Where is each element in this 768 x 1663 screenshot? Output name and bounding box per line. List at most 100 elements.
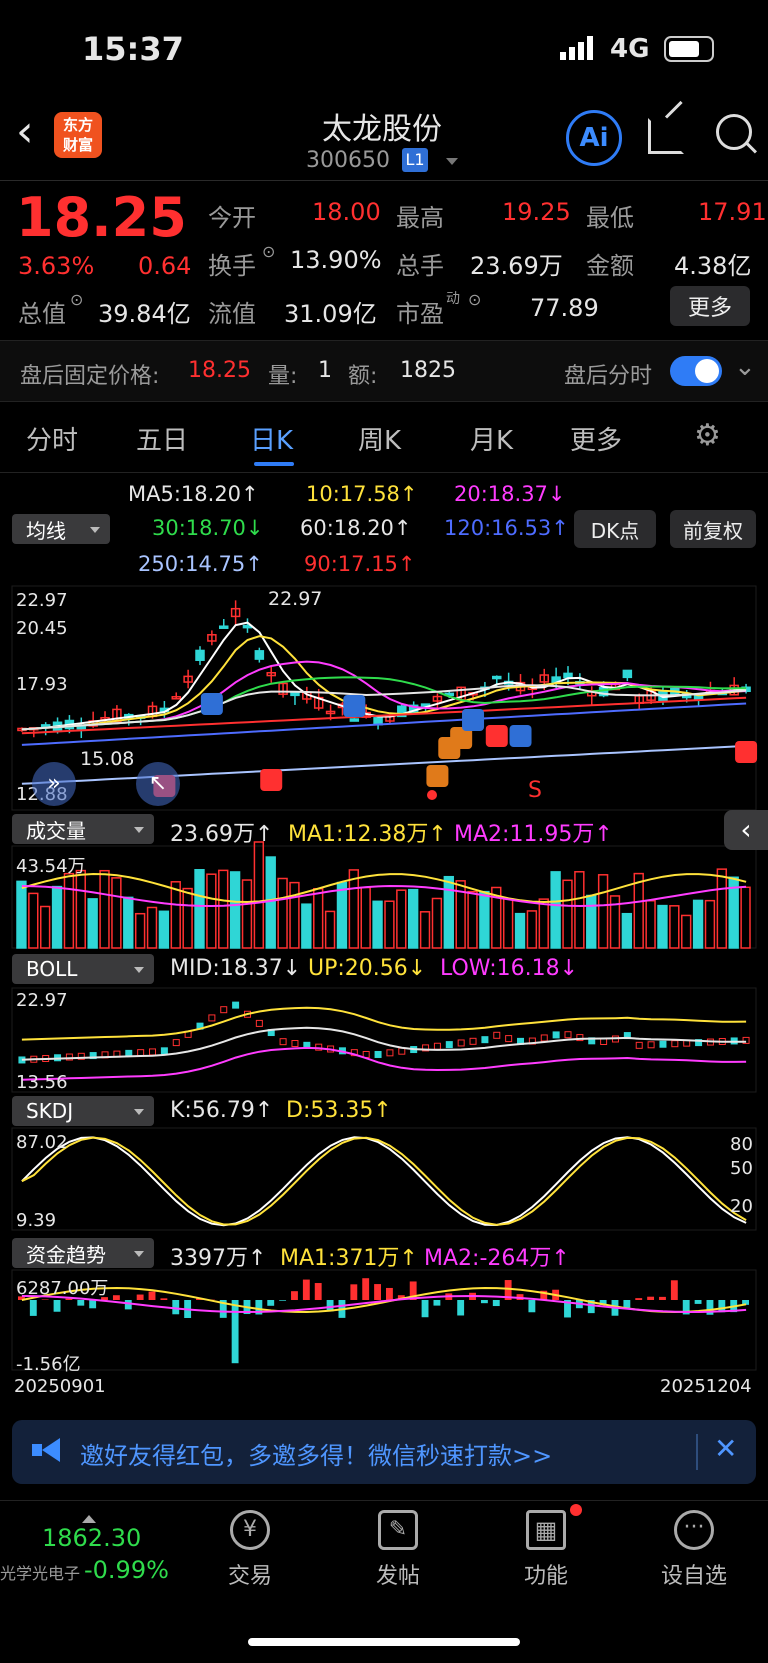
- low-price-label: 15.08: [80, 748, 135, 770]
- vol-ma2-legend: MA2:11.95万↑: [454, 822, 613, 847]
- volume-bar: [134, 912, 146, 949]
- volume-bar: [396, 889, 407, 949]
- signal-dot: [427, 790, 437, 800]
- volume-bar: [479, 890, 490, 949]
- signal-marker: [485, 725, 508, 747]
- fund-bar: [386, 1287, 393, 1300]
- fund-bar: [124, 1300, 132, 1310]
- volume-bar: [550, 871, 561, 949]
- volume-bar: [313, 887, 324, 949]
- fund-bar: [647, 1296, 655, 1300]
- volume-bar: [372, 900, 383, 949]
- volume-bar: [633, 872, 644, 949]
- volume-selector[interactable]: 成交量: [12, 814, 154, 844]
- fund-bar: [77, 1300, 85, 1306]
- candle-body: [290, 692, 300, 697]
- skdj-level-80: 80: [730, 1134, 753, 1155]
- fund-bar: [433, 1300, 441, 1306]
- fund-bar: [374, 1284, 381, 1300]
- banner-text[interactable]: 邀好友得红包，多邀多得！微信秒速打款>>: [80, 1436, 552, 1471]
- nav-functions[interactable]: ▦ 功能: [486, 1510, 606, 1590]
- more-dots-icon: ···: [674, 1510, 714, 1550]
- fund-bar: [457, 1300, 465, 1316]
- boll-candle: [445, 1041, 453, 1049]
- fund-bar: [136, 1294, 144, 1300]
- volume-bar: [301, 903, 312, 949]
- volume-bar: [502, 898, 514, 949]
- close-icon[interactable]: ✕: [714, 1432, 737, 1465]
- kline-chart-area[interactable]: [0, 0, 768, 1400]
- volume-bar: [16, 880, 27, 949]
- volume-y-max: 43.54万: [16, 856, 86, 877]
- index-name[interactable]: 光学光电子: [0, 1560, 80, 1584]
- volume-bar: [51, 885, 63, 949]
- boll-mid: MID:18.37↓: [170, 956, 302, 981]
- signal-marker: [200, 693, 223, 715]
- boll-selector[interactable]: BOLL: [12, 954, 154, 984]
- candle-body: [254, 650, 265, 660]
- collapse-panel-icon[interactable]: ‹: [724, 810, 768, 850]
- kline-y-3: 17.93: [16, 674, 68, 695]
- volume-bar: [348, 869, 360, 949]
- volume-bar: [597, 874, 609, 949]
- date-start: 20250901: [14, 1376, 106, 1397]
- fund-bar: [314, 1283, 322, 1300]
- boll-candle: [279, 1038, 287, 1046]
- fund-bar: [291, 1291, 298, 1300]
- boll-candle: [647, 1041, 655, 1049]
- volume-bar: [146, 906, 158, 949]
- boll-y-min: 13.56: [16, 1072, 68, 1093]
- skdj-y-max: 87.02: [16, 1132, 68, 1153]
- signal-marker: [462, 709, 485, 731]
- volume-bar: [206, 873, 217, 949]
- volume-bar: [586, 894, 597, 949]
- nav-add-watch[interactable]: ··· 设自选: [634, 1510, 754, 1590]
- candle-body: [349, 718, 360, 722]
- volume-bar: [419, 911, 431, 949]
- boll-candle: [220, 1006, 228, 1014]
- candle-body: [76, 725, 87, 730]
- boll-candle: [481, 1036, 489, 1044]
- volume-bar: [692, 899, 704, 949]
- fund-bar: [231, 1300, 239, 1364]
- megaphone-icon: [32, 1438, 62, 1462]
- boll-candle: [469, 1037, 477, 1045]
- candle-body: [195, 649, 205, 661]
- volume-bar: [111, 877, 122, 949]
- notification-dot: [570, 1504, 582, 1516]
- boll-candle: [149, 1048, 157, 1056]
- nav-trade[interactable]: ¥ 交易: [190, 1510, 310, 1590]
- volume-bar: [170, 881, 181, 949]
- volume-bar: [253, 841, 265, 949]
- volume-bar: [265, 856, 276, 949]
- boll-candle: [137, 1049, 145, 1057]
- volume-bar: [562, 879, 573, 949]
- boll-candle: [433, 1042, 441, 1050]
- expand-left-icon[interactable]: »: [32, 762, 76, 806]
- skdj-k: K:56.79↑: [170, 1098, 274, 1123]
- volume-bar: [182, 887, 193, 949]
- index-change[interactable]: -0.99%: [84, 1556, 169, 1584]
- volume-bar: [241, 879, 253, 949]
- fund-bar: [480, 1300, 488, 1304]
- zoom-icon[interactable]: ↖: [136, 762, 180, 806]
- boll-up-line: [21, 1006, 747, 1041]
- fund-bar: [172, 1300, 180, 1315]
- ma120-line: [21, 702, 747, 746]
- boll-candle: [671, 1040, 679, 1048]
- volume-bar: [384, 900, 395, 949]
- index-value[interactable]: 1862.30: [42, 1524, 141, 1552]
- boll-up: UP:20.56↓: [308, 956, 427, 981]
- skdj-level-20: 20: [730, 1196, 753, 1217]
- nav-post[interactable]: ✎ 发帖: [338, 1510, 458, 1590]
- volume-bar: [360, 886, 371, 949]
- boll-candle: [398, 1047, 406, 1055]
- fund-trend-selector[interactable]: 资金趋势: [12, 1238, 154, 1268]
- volume-bar: [657, 904, 668, 949]
- signal-marker: [735, 741, 758, 763]
- fund-bar: [492, 1300, 500, 1307]
- skdj-level-50: 50: [730, 1158, 753, 1179]
- volume-bar: [645, 900, 656, 949]
- skdj-selector[interactable]: SKDJ: [12, 1096, 154, 1126]
- fund-bar: [694, 1300, 702, 1304]
